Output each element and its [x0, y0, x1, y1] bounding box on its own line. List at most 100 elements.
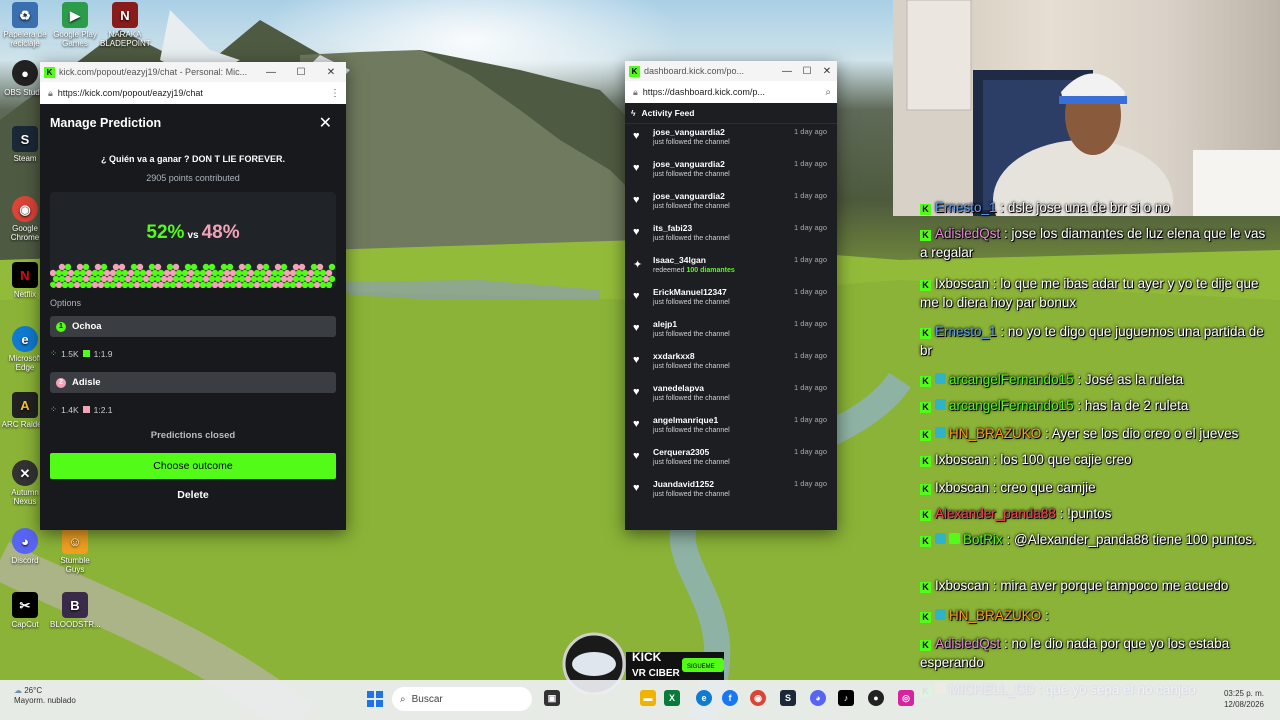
chat-username: BotRix — [963, 532, 1003, 547]
reader-icon[interactable]: ⋮ — [330, 88, 340, 99]
minimize-button[interactable]: — — [256, 67, 286, 78]
windows-start-icon[interactable] — [367, 691, 383, 707]
prediction-bubble — [79, 281, 87, 288]
dashboard-window[interactable]: K dashboard.kick.com/po... — ☐ ✕ 🔒︎ http… — [625, 61, 837, 530]
feed-username[interactable]: xxdarkxx8 — [653, 351, 695, 361]
address-bar[interactable]: 🔒︎ https://kick.com/popout/eazyj19/chat … — [40, 82, 346, 105]
weather-widget[interactable]: ☁ 26°C Mayorm. nublado — [14, 686, 76, 706]
prediction-bubble — [160, 275, 168, 283]
prediction-bubble — [220, 263, 228, 271]
minimize-button[interactable]: — — [777, 66, 797, 77]
prediction-bubble — [217, 269, 225, 277]
prediction-bubble — [106, 275, 114, 283]
prediction-bubble — [94, 263, 102, 271]
prediction-bubble — [76, 275, 84, 283]
address-bar[interactable]: 🔒︎ https://dashboard.kick.com/p... ⌕ — [625, 81, 837, 104]
desktop-icon-google-play-games[interactable]: ▶ Google Play Games — [50, 2, 100, 48]
discord-taskbar-icon[interactable]: ◕ — [810, 690, 826, 706]
prediction-bubble — [109, 269, 117, 277]
prediction-bubble — [145, 281, 153, 288]
webcam-feed — [893, 0, 1280, 216]
instagram-icon[interactable]: ◎ — [898, 690, 914, 706]
desktop-icon-naraka[interactable]: N NARAKA BLADEPOINT — [100, 2, 151, 48]
prediction-bubble — [295, 281, 303, 288]
points-contributed: 2905 points contributed — [146, 173, 240, 183]
prediction-bubble — [190, 263, 198, 271]
option-ochoa[interactable]: 1 Ochoa — [50, 316, 336, 337]
prediction-bubble — [298, 275, 306, 283]
search-icon[interactable]: ⌕ — [825, 87, 831, 98]
desktop-icon-stumble-guys[interactable]: ☺ Stumble Guys — [50, 528, 100, 574]
prediction-bubble — [163, 281, 171, 288]
chat-separator: : — [989, 276, 1001, 291]
search-icon: ⌕ — [400, 693, 406, 705]
desktop-icon-discord[interactable]: ◕ Discord — [0, 528, 50, 565]
prediction-bubble — [154, 275, 162, 283]
kick-badge-icon: K — [920, 640, 931, 651]
feed-username[interactable]: jose_vanguardia2 — [653, 159, 725, 169]
prediction-bubble — [313, 281, 321, 288]
feed-username[interactable]: Cerquera2305 — [653, 447, 709, 457]
chat-username: HN_BRAZUKO — [949, 608, 1042, 623]
feed-username[interactable]: its_fabi23 — [653, 223, 692, 233]
feed-time: 1 day ago — [794, 447, 827, 456]
feed-username[interactable]: jose_vanguardia2 — [653, 191, 725, 201]
feed-username[interactable]: alejp1 — [653, 319, 677, 329]
maximize-button[interactable]: ☐ — [797, 66, 817, 77]
points-icon: ⁘ — [50, 348, 58, 358]
feed-username[interactable]: Isaac_34lgan — [653, 255, 706, 265]
close-window-button[interactable]: ✕ — [817, 66, 837, 77]
chat-separator: : — [1000, 226, 1012, 241]
heart-icon: ♥ — [633, 162, 640, 174]
netflix-icon: N — [12, 262, 38, 288]
prediction-bubble — [166, 263, 174, 271]
prediction-bubble — [313, 269, 321, 277]
chat-popout-window[interactable]: K kick.com/popout/eazyj19/chat - Persona… — [40, 62, 346, 530]
steam-taskbar-icon[interactable]: S — [780, 690, 796, 706]
obs-taskbar-icon[interactable]: ● — [868, 690, 884, 706]
close-icon[interactable]: ✕ — [319, 113, 332, 133]
prediction-bubble — [319, 281, 327, 288]
prediction-bubble — [61, 281, 69, 288]
window-titlebar[interactable]: K dashboard.kick.com/po... — ☐ ✕ — [625, 61, 837, 81]
desktop-icon-capcut[interactable]: ✂ CapCut — [0, 592, 50, 629]
prediction-bubble — [148, 263, 156, 271]
choose-outcome-button[interactable]: Choose outcome — [50, 453, 336, 479]
option-adisle[interactable]: 2 Adisle — [50, 372, 336, 393]
chrome-taskbar-icon[interactable]: ◉ — [750, 690, 766, 706]
feed-username[interactable]: jose_vanguardia2 — [653, 127, 725, 137]
feed-username[interactable]: Juandavid1252 — [653, 479, 714, 489]
taskbar-search[interactable]: ⌕ Buscar — [392, 687, 532, 711]
chat-text: mira aver porque tampoco me acuedo — [1000, 578, 1229, 593]
file-explorer-icon[interactable]: ▬ — [640, 690, 656, 706]
taskbar: ☁ 26°C Mayorm. nublado ⌕ Buscar ▣ ▬ X e … — [0, 680, 1280, 720]
task-view-icon[interactable]: ▣ — [544, 690, 560, 706]
feed-description: just followed the channel — [653, 331, 730, 338]
prediction-bubble — [85, 269, 93, 277]
desktop-icon-bloodstrike[interactable]: B BLOODSTR... — [50, 592, 101, 629]
feed-username[interactable]: ErickManuel12347 — [653, 287, 727, 297]
facebook-icon[interactable]: f — [722, 690, 738, 706]
activity-feed-item: ♥ alejp1 just followed the channel 1 day ag… — [633, 317, 829, 347]
window-titlebar[interactable]: K kick.com/popout/eazyj19/chat - Persona… — [40, 62, 346, 82]
lock-icon: 🔒︎ — [48, 87, 53, 98]
prediction-bubble — [136, 263, 144, 271]
maximize-button[interactable]: ☐ — [286, 67, 316, 78]
prediction-bubble — [241, 281, 249, 288]
feed-time: 1 day ago — [794, 191, 827, 200]
feed-username[interactable]: angelmanrique1 — [653, 415, 718, 425]
close-window-button[interactable]: ✕ — [316, 67, 346, 78]
prediction-bubble — [235, 281, 243, 288]
feed-username[interactable]: vanedelapva — [653, 383, 704, 393]
excel-icon[interactable]: X — [664, 690, 680, 706]
percentage-display: 52% vs 48% — [50, 222, 336, 244]
chat-message: K HN_BRAZUKO : Ayer se los dio creo o el … — [920, 424, 1276, 443]
prediction-bubble — [70, 275, 78, 283]
desktop-icon-recycle-bin[interactable]: ♻ Papelera de reciclaje — [0, 2, 50, 48]
edge-taskbar-icon[interactable]: e — [696, 690, 712, 706]
edge-icon: e — [12, 326, 38, 352]
taskbar-clock[interactable]: 03:25 p. m. 12/08/2026 — [1224, 688, 1264, 710]
tiktok-icon[interactable]: ♪ — [838, 690, 854, 706]
prediction-bubble — [73, 281, 81, 288]
delete-button[interactable]: Delete — [40, 489, 346, 501]
